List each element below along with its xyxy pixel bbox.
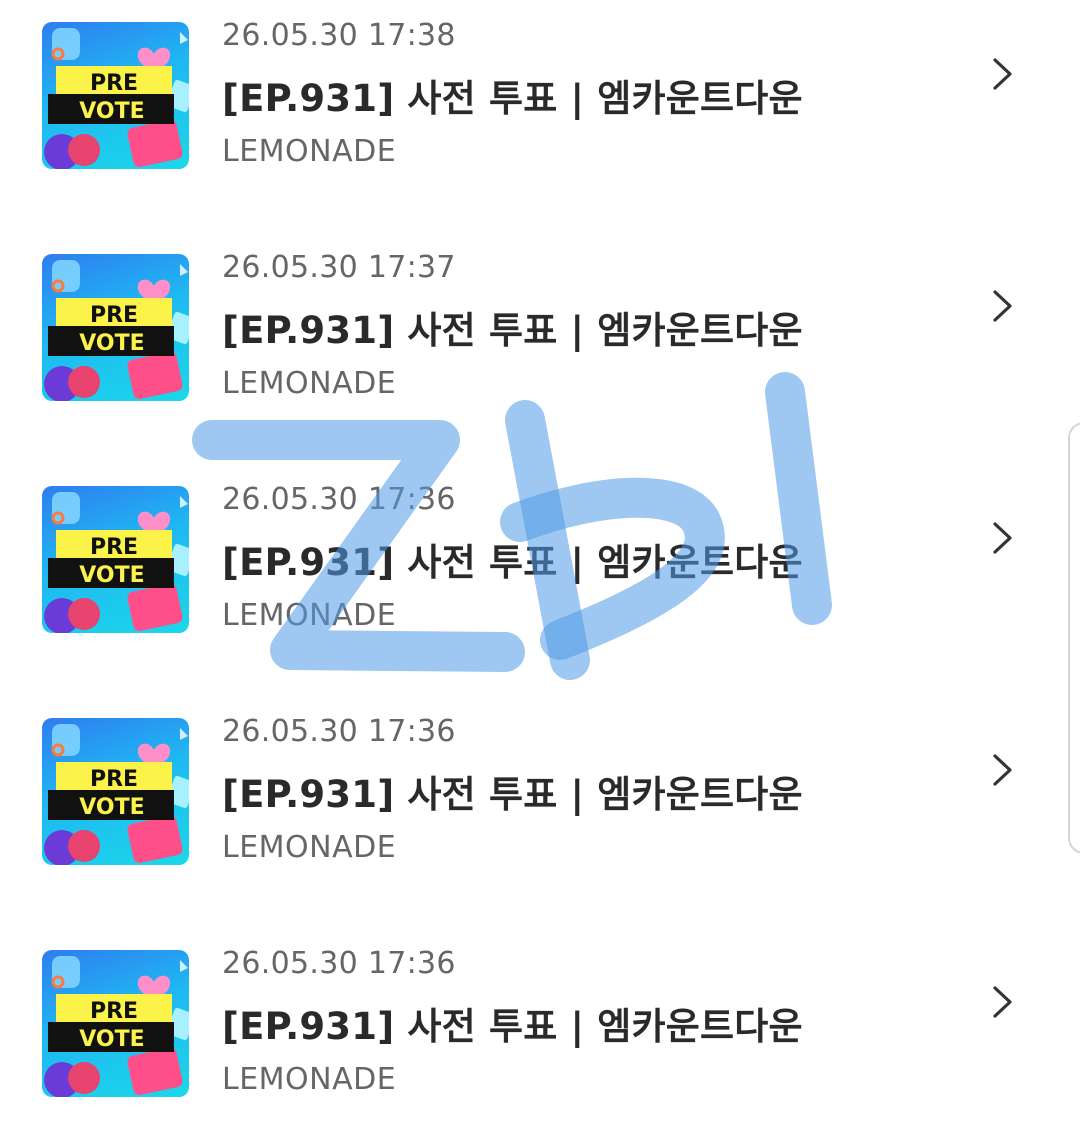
thumb-line1: PRE	[90, 303, 138, 328]
pre-vote-thumbnail: PRE VOTE	[42, 22, 189, 169]
thumb-line1: PRE	[90, 535, 138, 560]
list-item[interactable]: PRE VOTE 26.05.30 17:36 [EP.931] 사전 투표 |…	[0, 464, 1060, 664]
scrollbar-handle[interactable]	[1068, 422, 1080, 854]
pre-vote-thumbnail: PRE VOTE	[42, 950, 189, 1097]
thumb-line2: VOTE	[79, 795, 144, 820]
list-item[interactable]: PRE VOTE 26.05.30 17:36 [EP.931] 사전 투표 |…	[0, 696, 1060, 896]
item-date: 26.05.30 17:36	[222, 714, 456, 749]
item-date: 26.05.30 17:36	[222, 946, 456, 981]
item-date: 26.05.30 17:38	[222, 18, 456, 53]
item-title[interactable]: [EP.931] 사전 투표 | 엠카운트다운	[222, 764, 803, 818]
item-date: 26.05.30 17:37	[222, 250, 456, 285]
thumb-line1: PRE	[90, 71, 138, 96]
item-source: LEMONADE	[222, 134, 397, 169]
item-title[interactable]: [EP.931] 사전 투표 | 엠카운트다운	[222, 300, 803, 354]
item-date: 26.05.30 17:36	[222, 482, 456, 517]
thumb-line1: PRE	[90, 999, 138, 1024]
chevron-right-icon[interactable]	[984, 752, 1020, 788]
pre-vote-thumbnail: PRE VOTE	[42, 254, 189, 401]
thumb-line2: VOTE	[79, 331, 144, 356]
chevron-right-icon[interactable]	[984, 520, 1020, 556]
pre-vote-thumbnail: PRE VOTE	[42, 718, 189, 865]
pre-vote-thumbnail: PRE VOTE	[42, 486, 189, 633]
vote-history-list: PRE VOTE 26.05.30 17:38 [EP.931] 사전 투표 |…	[0, 0, 1080, 1144]
item-title[interactable]: [EP.931] 사전 투표 | 엠카운트다운	[222, 532, 803, 586]
thumb-line2: VOTE	[79, 99, 144, 124]
thumb-line2: VOTE	[79, 1027, 144, 1052]
thumb-line1: PRE	[90, 767, 138, 792]
item-source: LEMONADE	[222, 366, 397, 401]
list-item[interactable]: PRE VOTE 26.05.30 17:38 [EP.931] 사전 투표 |…	[0, 0, 1060, 200]
list-item[interactable]: PRE VOTE 26.05.30 17:36 [EP.931] 사전 투표 |…	[0, 928, 1060, 1128]
item-source: LEMONADE	[222, 1062, 397, 1097]
thumb-line2: VOTE	[79, 563, 144, 588]
item-source: LEMONADE	[222, 598, 397, 633]
item-title[interactable]: [EP.931] 사전 투표 | 엠카운트다운	[222, 68, 803, 122]
list-item[interactable]: PRE VOTE 26.05.30 17:37 [EP.931] 사전 투표 |…	[0, 232, 1060, 432]
item-source: LEMONADE	[222, 830, 397, 865]
chevron-right-icon[interactable]	[984, 984, 1020, 1020]
chevron-right-icon[interactable]	[984, 288, 1020, 324]
item-title[interactable]: [EP.931] 사전 투표 | 엠카운트다운	[222, 996, 803, 1050]
chevron-right-icon[interactable]	[984, 56, 1020, 92]
